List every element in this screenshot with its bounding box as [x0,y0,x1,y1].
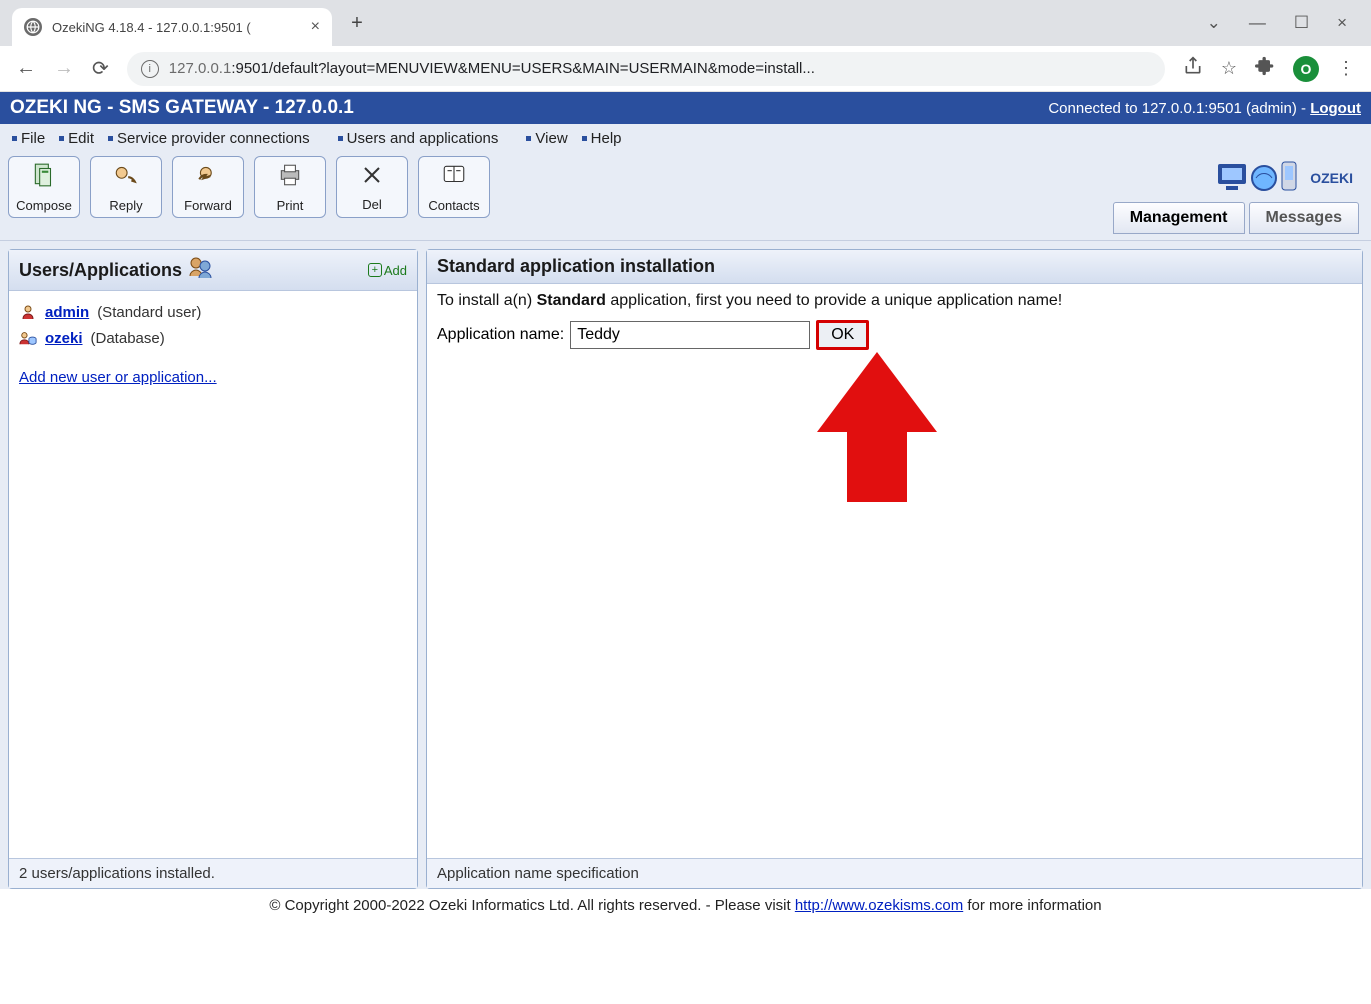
share-icon[interactable] [1183,56,1203,81]
contacts-icon [441,162,467,194]
app-title: OZEKI NG - SMS GATEWAY - 127.0.0.1 [10,97,354,119]
site-info-icon[interactable]: i [141,60,159,78]
users-applications-panel: Users/Applications + Add admin (Standard… [8,249,418,889]
tab-management[interactable]: Management [1113,202,1245,234]
add-plus-icon: + [368,263,382,277]
url-box[interactable]: i 127.0.0.1:9501/default?layout=MENUVIEW… [127,52,1165,86]
add-user-link-header[interactable]: + Add [368,263,407,278]
menubar: File Edit Service provider connections U… [0,124,1371,152]
app-header: OZEKI NG - SMS GATEWAY - 127.0.0.1 Conne… [0,92,1371,124]
contacts-button[interactable]: Contacts [418,156,490,218]
minimize-icon[interactable]: — [1249,13,1266,33]
user-row-ozeki: ozeki (Database) [19,325,407,351]
forward-button[interactable]: Forward [172,156,244,218]
reply-label: Reply [109,198,142,213]
user-database-icon [19,329,37,347]
profile-avatar[interactable]: O [1293,56,1319,82]
globe-icon [24,18,42,36]
users-group-icon [188,256,214,284]
menu-help[interactable]: Help [578,130,626,147]
star-icon[interactable]: ☆ [1221,58,1237,79]
menu-users-applications[interactable]: Users and applications [334,130,503,147]
install-panel-title: Standard application installation [437,256,715,277]
users-panel-header: Users/Applications + Add [9,250,417,291]
reply-icon [113,162,139,194]
extensions-icon[interactable] [1255,56,1275,81]
browser-titlebar: OzekiNG 4.18.4 - 127.0.0.1:9501 ( × + ⌄ … [0,0,1371,46]
menu-service-providers[interactable]: Service provider connections [104,130,314,147]
print-icon [277,162,303,194]
menu-edit[interactable]: Edit [55,130,98,147]
menu-file[interactable]: File [8,130,49,147]
install-instructions: To install a(n) Standard application, fi… [437,292,1352,310]
application-name-input[interactable] [570,321,810,349]
application-name-label: Application name: [437,326,564,344]
forward-label: Forward [184,198,232,213]
browser-tab[interactable]: OzekiNG 4.18.4 - 127.0.0.1:9501 ( × [12,8,332,46]
install-panel-header: Standard application installation [427,250,1362,284]
compose-button[interactable]: Compose [8,156,80,218]
users-panel-footer: 2 users/applications installed. [9,858,417,888]
logout-link[interactable]: Logout [1310,100,1361,117]
url-rest: :9501/default?layout=MENUVIEW&MENU=USERS… [231,60,815,77]
add-new-user-link[interactable]: Add new user or application... [19,369,217,386]
reply-button[interactable]: Reply [90,156,162,218]
url-text: 127.0.0.1:9501/default?layout=MENUVIEW&M… [169,60,815,77]
forward-icon [195,162,221,194]
connection-status: Connected to 127.0.0.1:9501 (admin) - [1048,100,1310,117]
url-host: 127.0.0.1 [169,60,232,77]
tab-close-icon[interactable]: × [311,18,320,36]
ozeki-devices-icon [1214,158,1304,198]
ozeki-logo: OZEKI [1214,156,1363,198]
print-button[interactable]: Print [254,156,326,218]
back-icon[interactable]: ← [16,57,36,80]
contacts-label: Contacts [428,198,479,213]
user-desc-ozeki: (Database) [91,330,165,347]
print-label: Print [277,198,304,213]
user-desc-admin: (Standard user) [97,304,201,321]
forward-icon[interactable]: → [54,57,74,80]
toolbar: Compose Reply Forward Print [8,156,490,218]
delete-icon [360,163,384,193]
menu-view[interactable]: View [522,130,571,147]
install-panel-footer: Application name specification [427,858,1362,888]
tab-messages[interactable]: Messages [1249,202,1360,234]
user-icon [19,303,37,321]
users-panel-title: Users/Applications [19,260,182,281]
compose-icon [31,162,57,194]
delete-button[interactable]: Del [336,156,408,218]
reload-icon[interactable]: ⟳ [92,56,109,81]
annotation-arrow [817,334,937,502]
ozeki-logo-text: OZEKI [1310,170,1353,186]
window-controls: ⌄ — ☐ × [1207,13,1371,33]
delete-label: Del [362,197,382,212]
address-bar: ← → ⟳ i 127.0.0.1:9501/default?layout=ME… [0,46,1371,92]
user-link-ozeki[interactable]: ozeki [45,330,83,347]
user-row-admin: admin (Standard user) [19,299,407,325]
install-panel: Standard application installation To ins… [426,249,1363,889]
close-window-icon[interactable]: × [1337,13,1347,33]
ozekisms-link[interactable]: http://www.ozekisms.com [795,897,963,914]
chevron-down-icon[interactable]: ⌄ [1207,13,1221,33]
maximize-icon[interactable]: ☐ [1294,13,1309,33]
user-link-admin[interactable]: admin [45,304,89,321]
kebab-menu-icon[interactable]: ⋮ [1337,58,1355,79]
page-footer: © Copyright 2000-2022 Ozeki Informatics … [0,889,1371,920]
tab-title: OzekiNG 4.18.4 - 127.0.0.1:9501 ( [52,20,301,35]
new-tab-button[interactable]: + [342,8,372,38]
compose-label: Compose [16,198,72,213]
